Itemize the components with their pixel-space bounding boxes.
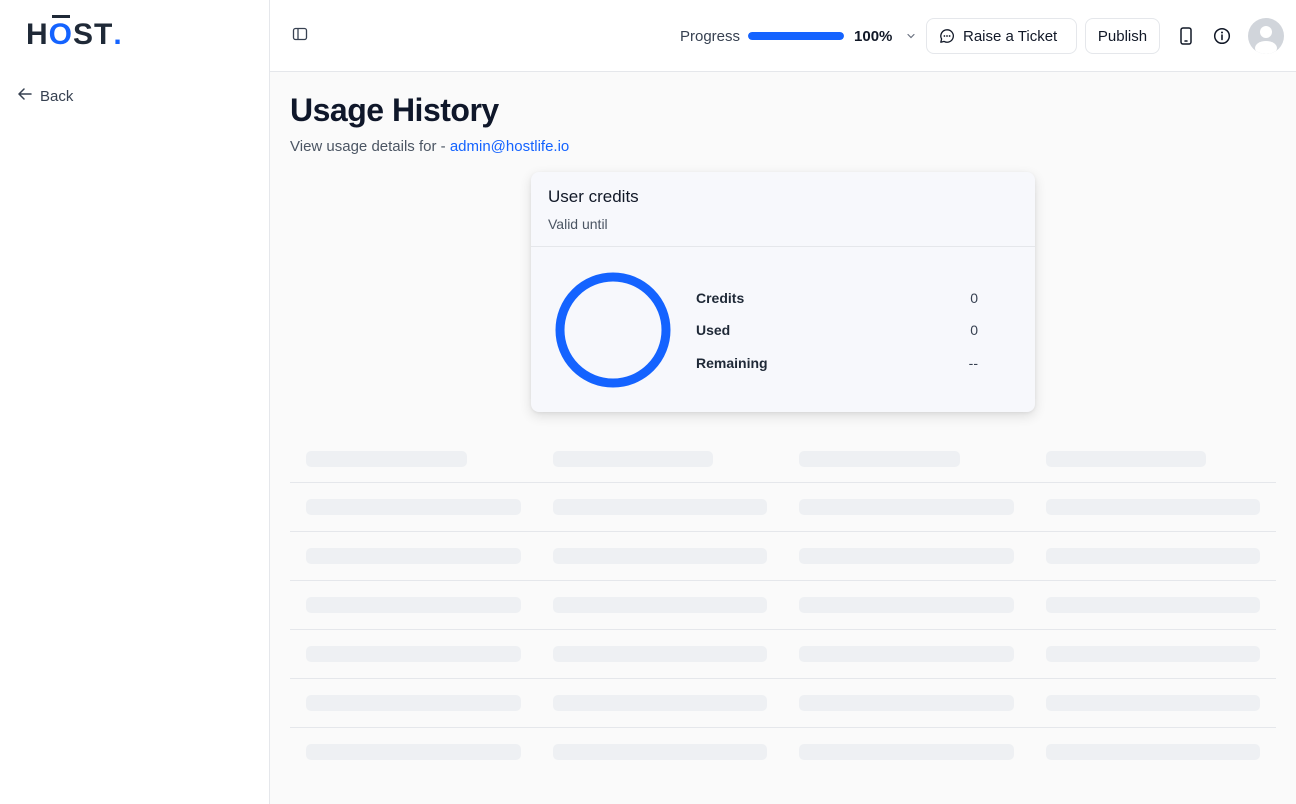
user-credits-card: User credits Valid until Credits 0 Used …	[531, 172, 1035, 412]
chat-bubble-icon	[939, 28, 955, 44]
back-link[interactable]: Back	[18, 86, 73, 106]
raise-ticket-label: Raise a Ticket	[963, 27, 1058, 45]
avatar[interactable]	[1248, 18, 1284, 54]
sidebar-toggle-icon	[292, 26, 308, 47]
top-bar: Progress 100% Raise a Ticket Publish	[270, 0, 1296, 72]
mobile-preview-button[interactable]	[1176, 26, 1196, 46]
stat-row-used: Used 0	[696, 322, 978, 338]
publish-label: Publish	[1097, 27, 1148, 45]
arrow-left-icon	[18, 87, 32, 105]
valid-until-label: Valid until	[548, 216, 608, 232]
skeleton-cell	[1046, 597, 1260, 613]
skeleton-cell	[799, 744, 1014, 760]
publish-button[interactable]: Publish	[1085, 18, 1160, 54]
stat-label: Used	[696, 322, 731, 338]
skeleton-cell	[306, 744, 521, 760]
skeleton-cell	[553, 695, 767, 711]
skeleton-cell	[306, 548, 521, 564]
skeleton-row	[290, 727, 1276, 776]
logo-letters-st: ST	[73, 18, 114, 51]
progress-bar	[748, 32, 845, 40]
skeleton-cell	[553, 451, 713, 467]
subtitle-prefix: View usage details for -	[290, 138, 450, 155]
info-button[interactable]	[1212, 26, 1232, 46]
host-logo[interactable]: H O ST.	[26, 15, 123, 52]
user-email-link[interactable]: admin@hostlife.io	[450, 138, 569, 155]
sidebar: H O ST. Back	[0, 0, 270, 804]
page-subtitle: View usage details for - admin@hostlife.…	[290, 138, 569, 155]
skeleton-cell	[799, 499, 1014, 515]
skeleton-row	[290, 580, 1276, 629]
info-icon	[1213, 27, 1231, 45]
logo-letter-o: O	[48, 15, 74, 51]
stat-value: 0	[970, 322, 978, 338]
skeleton-cell	[306, 646, 521, 662]
skeleton-cell	[306, 499, 521, 515]
sidebar-toggle-button[interactable]	[290, 26, 310, 46]
skeleton-cell	[799, 597, 1014, 613]
card-header: User credits Valid until	[531, 172, 1035, 247]
skeleton-cell	[1046, 744, 1260, 760]
skeleton-cell	[553, 548, 767, 564]
skeleton-cell	[306, 597, 521, 613]
chevron-down-icon[interactable]	[906, 31, 916, 41]
raise-ticket-button[interactable]: Raise a Ticket	[926, 18, 1077, 54]
skeleton-row	[290, 629, 1276, 678]
skeleton-row	[290, 531, 1276, 580]
progress-percent: 100%	[854, 27, 893, 45]
stat-value: 0	[970, 290, 978, 306]
stat-label: Remaining	[696, 355, 768, 371]
mobile-device-icon	[1179, 27, 1193, 45]
skeleton-cell	[1046, 695, 1260, 711]
stat-row-remaining: Remaining --	[696, 355, 978, 371]
skeleton-cell	[799, 695, 1014, 711]
credits-donut-chart	[555, 272, 671, 388]
skeleton-cell	[1046, 646, 1260, 662]
main-content: Usage History View usage details for - a…	[270, 72, 1296, 804]
back-label: Back	[40, 87, 74, 105]
skeleton-cell	[1046, 499, 1260, 515]
skeleton-cell	[1046, 548, 1260, 564]
skeleton-header-row	[290, 434, 1276, 483]
skeleton-cell	[799, 548, 1014, 564]
skeleton-cell	[799, 646, 1014, 662]
page-title: Usage History	[290, 92, 499, 128]
skeleton-cell	[306, 451, 467, 467]
stat-value: --	[968, 355, 978, 371]
skeleton-cell	[553, 744, 767, 760]
stat-label: Credits	[696, 290, 745, 306]
skeleton-cell	[553, 499, 767, 515]
stat-row-credits: Credits 0	[696, 290, 978, 306]
skeleton-row	[290, 482, 1276, 531]
card-title: User credits	[548, 187, 639, 206]
skeleton-cell	[799, 451, 960, 467]
logo-dot: .	[113, 18, 123, 51]
logo-letter-h: H	[26, 18, 49, 51]
user-avatar-icon	[1248, 18, 1284, 54]
skeleton-cell	[553, 597, 767, 613]
progress-bar-fill	[748, 32, 845, 40]
skeleton-cell	[306, 695, 521, 711]
skeleton-row	[290, 678, 1276, 727]
skeleton-cell	[1046, 451, 1206, 467]
skeleton-cell	[553, 646, 767, 662]
progress-indicator[interactable]: Progress 100%	[680, 24, 916, 48]
progress-label: Progress	[680, 27, 741, 45]
